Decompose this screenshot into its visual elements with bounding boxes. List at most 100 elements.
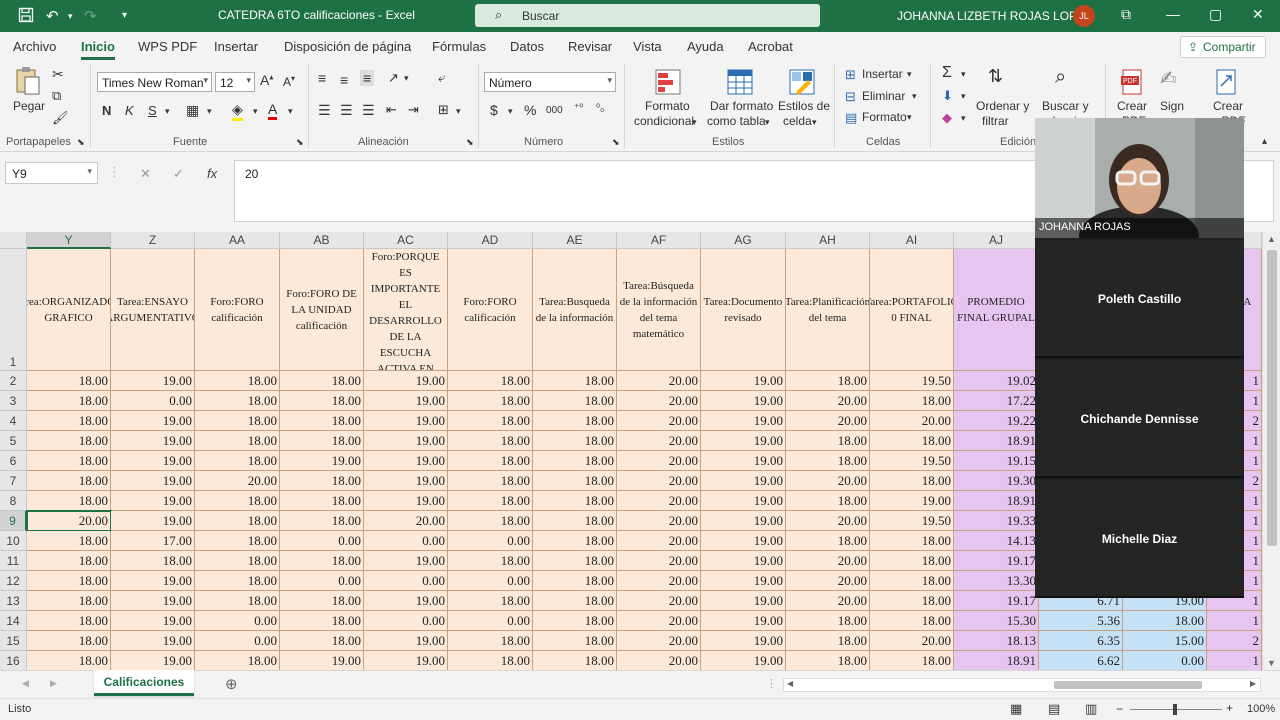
wrap-text-icon[interactable]: ⤶: [438, 70, 445, 86]
column-title-cell[interactable]: Tarea:PORTAFOLIO 0 FINAL: [870, 249, 954, 371]
table-format-label-2[interactable]: como tabla: [707, 114, 766, 128]
row-header[interactable]: 3: [0, 391, 27, 411]
table-cell[interactable]: 0.00: [448, 611, 533, 631]
table-cell[interactable]: 19.00: [111, 611, 195, 631]
table-cell[interactable]: 2: [1207, 631, 1262, 651]
table-cell[interactable]: 18.00: [533, 611, 617, 631]
row-header[interactable]: 16: [0, 651, 27, 670]
table-cell[interactable]: 19.00: [111, 591, 195, 611]
tab-archivo[interactable]: Archivo: [13, 39, 56, 54]
table-cell[interactable]: 0.00: [1123, 651, 1207, 670]
borders-icon[interactable]: ▦: [186, 102, 199, 119]
tab-vista[interactable]: Vista: [633, 39, 662, 54]
undo-icon[interactable]: ↶: [46, 7, 59, 25]
table-cell[interactable]: 20.00: [786, 551, 870, 571]
table-cell[interactable]: 18.00: [195, 591, 280, 611]
table-cell[interactable]: 18.00: [195, 491, 280, 511]
table-cell[interactable]: 18.91: [954, 491, 1039, 511]
row-header[interactable]: 2: [0, 371, 27, 391]
table-cell[interactable]: 20.00: [617, 571, 701, 591]
table-cell[interactable]: 20.00: [364, 511, 448, 531]
font-color-icon[interactable]: A: [268, 101, 278, 120]
insert-cells-label[interactable]: Insertar: [862, 67, 903, 81]
table-cell[interactable]: 18.00: [533, 451, 617, 471]
table-cell[interactable]: 18.00: [533, 531, 617, 551]
column-header[interactable]: AB: [280, 232, 364, 249]
table-cell[interactable]: 20.00: [617, 651, 701, 670]
cond-format-label-2[interactable]: condicional: [634, 114, 694, 128]
row-header[interactable]: 6: [0, 451, 27, 471]
table-cell[interactable]: 20.00: [617, 411, 701, 431]
autosum-icon[interactable]: Σ: [942, 64, 952, 82]
clipboard-launcher-icon[interactable]: ⬊: [77, 137, 85, 148]
table-cell[interactable]: 18.00: [280, 391, 364, 411]
fill-icon[interactable]: ⬇: [942, 88, 953, 104]
sort-filter-icon[interactable]: ⇅: [988, 66, 1003, 87]
format-cells-icon[interactable]: ▤: [845, 110, 857, 126]
table-cell[interactable]: 19.00: [701, 651, 786, 670]
table-cell[interactable]: 20.00: [786, 571, 870, 591]
table-cell[interactable]: 18.00: [280, 511, 364, 531]
table-cell[interactable]: 18.00: [195, 391, 280, 411]
table-cell[interactable]: 0.00: [448, 571, 533, 591]
zoom-out-icon[interactable]: −: [1116, 702, 1123, 716]
increase-decimal-icon[interactable]: ⁺⁰: [574, 103, 583, 114]
table-cell[interactable]: 18.00: [280, 551, 364, 571]
thousands-separator-icon[interactable]: 000: [546, 105, 563, 116]
name-box[interactable]: Y9 ▾: [5, 162, 98, 184]
scroll-left-icon[interactable]: ◀: [787, 679, 793, 688]
table-cell[interactable]: 18.00: [195, 651, 280, 670]
column-header[interactable]: AC: [364, 232, 448, 249]
ribbon-display-options-icon[interactable]: ⧉: [1121, 6, 1131, 23]
table-cell[interactable]: 0.00: [195, 611, 280, 631]
table-cell[interactable]: 0.00: [195, 631, 280, 651]
user-name[interactable]: JOHANNA LIZBETH ROJAS LOPEZ: [897, 9, 1092, 23]
table-cell[interactable]: 18.00: [870, 651, 954, 670]
table-cell[interactable]: 19.00: [111, 631, 195, 651]
chevron-down-icon[interactable]: ▾: [692, 117, 697, 128]
column-header[interactable]: AD: [448, 232, 533, 249]
table-cell[interactable]: 19.00: [111, 371, 195, 391]
table-cell[interactable]: 0.00: [364, 531, 448, 551]
table-cell[interactable]: 20.00: [617, 471, 701, 491]
table-cell[interactable]: 19.00: [701, 471, 786, 491]
search-box[interactable]: ⌕ Buscar: [475, 4, 820, 27]
fill-color-icon[interactable]: ◈: [232, 101, 243, 121]
table-cell[interactable]: 20.00: [617, 631, 701, 651]
minimize-icon[interactable]: —: [1166, 6, 1180, 22]
table-cell[interactable]: 18.00: [870, 391, 954, 411]
table-cell[interactable]: 6.35: [1039, 631, 1123, 651]
scroll-right-icon[interactable]: ▶: [1250, 679, 1256, 688]
chevron-down-icon[interactable]: ▾: [456, 106, 461, 117]
row-header[interactable]: 14: [0, 611, 27, 631]
find-label-1[interactable]: Buscar y: [1042, 99, 1089, 113]
table-cell[interactable]: 19.30: [954, 471, 1039, 491]
tab-ayuda[interactable]: Ayuda: [687, 39, 724, 54]
table-cell[interactable]: 18.00: [448, 591, 533, 611]
create-share-label-1[interactable]: Crear: [1213, 99, 1243, 113]
table-cell[interactable]: 18.00: [280, 591, 364, 611]
table-cell[interactable]: 19.00: [364, 631, 448, 651]
create-share-pdf-icon[interactable]: [1214, 68, 1242, 96]
table-cell[interactable]: 18.00: [280, 431, 364, 451]
page-layout-icon[interactable]: ▤: [1048, 701, 1060, 717]
table-cell[interactable]: 18.00: [786, 451, 870, 471]
sign-icon[interactable]: ✍: [1160, 66, 1177, 91]
table-cell[interactable]: 18.00: [280, 611, 364, 631]
table-cell[interactable]: 19.17: [954, 591, 1039, 611]
table-cell[interactable]: 20.00: [617, 371, 701, 391]
table-cell[interactable]: 18.00: [448, 451, 533, 471]
table-cell[interactable]: 18.00: [870, 591, 954, 611]
user-avatar[interactable]: JL: [1073, 5, 1095, 27]
table-cell[interactable]: 18.00: [195, 451, 280, 471]
align-left-icon[interactable]: ☰: [318, 102, 331, 119]
column-header[interactable]: AH: [786, 232, 870, 249]
table-cell[interactable]: 18.00: [870, 531, 954, 551]
table-cell[interactable]: 14.13: [954, 531, 1039, 551]
zoom-slider-thumb[interactable]: [1173, 704, 1177, 715]
column-title-cell[interactable]: Foro:FORO DE LA UNIDAD calificación: [280, 249, 364, 371]
table-cell[interactable]: 18.00: [27, 471, 111, 491]
table-cell[interactable]: 18.00: [27, 611, 111, 631]
table-cell[interactable]: 20.00: [786, 591, 870, 611]
undo-dropdown-icon[interactable]: ▾: [68, 11, 73, 22]
